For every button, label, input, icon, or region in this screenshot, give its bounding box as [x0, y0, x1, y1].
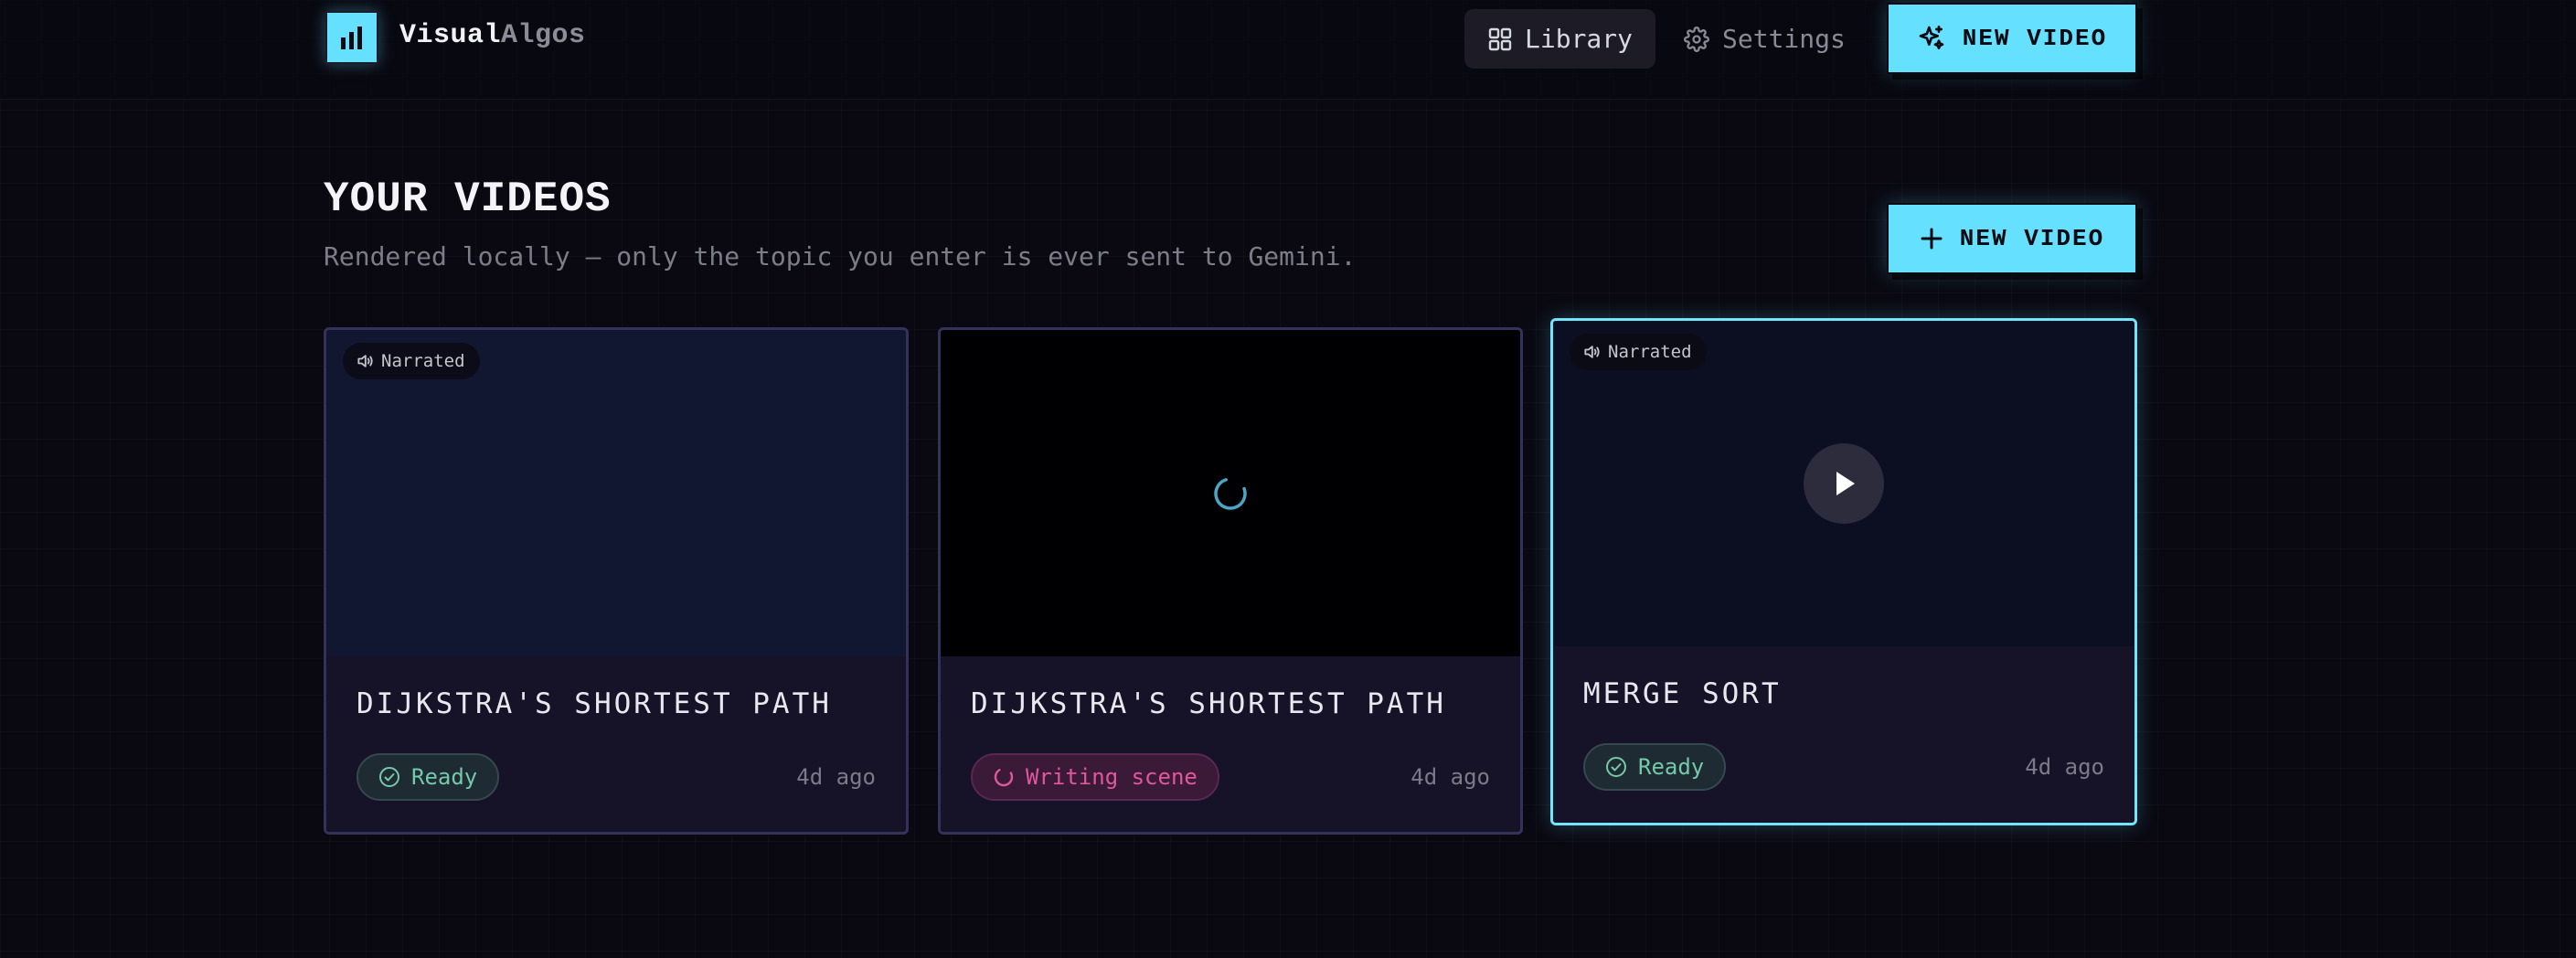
new-video-main-label: NEW VIDEO [1959, 225, 2105, 252]
video-card[interactable]: DIJKSTRA'S SHORTEST PATH Writing scene 4… [938, 327, 1523, 835]
check-circle-icon [379, 767, 399, 787]
check-circle-icon [1606, 757, 1626, 777]
loading-spinner-icon [994, 767, 1014, 787]
sparkles-icon [1919, 26, 1944, 49]
grid-icon [1488, 27, 1512, 50]
top-navigation-bar: VisualAlgos Library Settings NEW VIDEO [0, 0, 2576, 100]
new-video-button[interactable]: NEW VIDEO [1887, 3, 2137, 74]
loading-spinner-icon [1214, 476, 1247, 510]
video-card-active[interactable]: Narrated MERGE SORT Ready 4d ago [1550, 318, 2137, 825]
speaker-icon [357, 355, 373, 367]
brand-name[interactable]: VisualAlgos [399, 20, 586, 51]
timestamp: 4d ago [796, 764, 876, 790]
narrated-label: Narrated [381, 351, 465, 371]
status-badge: Ready [357, 753, 500, 801]
narrated-badge: Narrated [343, 343, 480, 379]
status-label: Ready [411, 764, 478, 790]
status-label: Ready [1638, 754, 1705, 780]
play-button[interactable] [1804, 443, 1884, 524]
bar-chart-icon[interactable] [325, 11, 378, 64]
video-card-body: DIJKSTRA'S SHORTEST PATH Writing scene 4… [941, 656, 1520, 832]
page-subtitle: Rendered locally — only the topic you en… [324, 241, 1357, 271]
nav-library-label: Library [1525, 24, 1634, 54]
video-title: MERGE SORT [1583, 677, 1782, 710]
video-card[interactable]: Narrated DIJKSTRA'S SHORTEST PATH Ready … [324, 327, 909, 835]
video-title: DIJKSTRA'S SHORTEST PATH [357, 687, 832, 720]
timestamp: 4d ago [1410, 764, 1490, 790]
status-badge: Ready [1583, 743, 1727, 791]
gear-icon [1684, 26, 1709, 52]
plus-icon [1921, 228, 1943, 250]
nav-settings-button[interactable]: Settings [1684, 9, 1846, 69]
video-thumbnail[interactable]: Narrated [326, 330, 906, 656]
video-title: DIJKSTRA'S SHORTEST PATH [971, 687, 1446, 720]
nav-settings-label: Settings [1722, 24, 1846, 54]
nav-library-button[interactable]: Library [1464, 9, 1655, 69]
video-card-body: MERGE SORT Ready 4d ago [1553, 646, 2134, 823]
brand-name-part1: Visual [399, 20, 502, 51]
timestamp: 4d ago [2025, 754, 2104, 780]
narrated-label: Narrated [1608, 342, 1692, 362]
play-icon [1836, 472, 1855, 495]
video-thumbnail[interactable]: Narrated [1553, 321, 2134, 646]
speaker-icon [1584, 346, 1600, 358]
brand-name-part2: Algos [501, 20, 586, 51]
status-label: Writing scene [1026, 764, 1198, 790]
narrated-badge: Narrated [1570, 334, 1707, 370]
new-video-main-button[interactable]: NEW VIDEO [1887, 203, 2137, 274]
new-video-label: NEW VIDEO [1962, 25, 2108, 52]
video-card-body: DIJKSTRA'S SHORTEST PATH Ready 4d ago [326, 656, 906, 832]
video-thumbnail[interactable] [941, 330, 1520, 656]
page-title: YOUR VIDEOS [324, 176, 612, 223]
status-badge: Writing scene [971, 753, 1219, 801]
